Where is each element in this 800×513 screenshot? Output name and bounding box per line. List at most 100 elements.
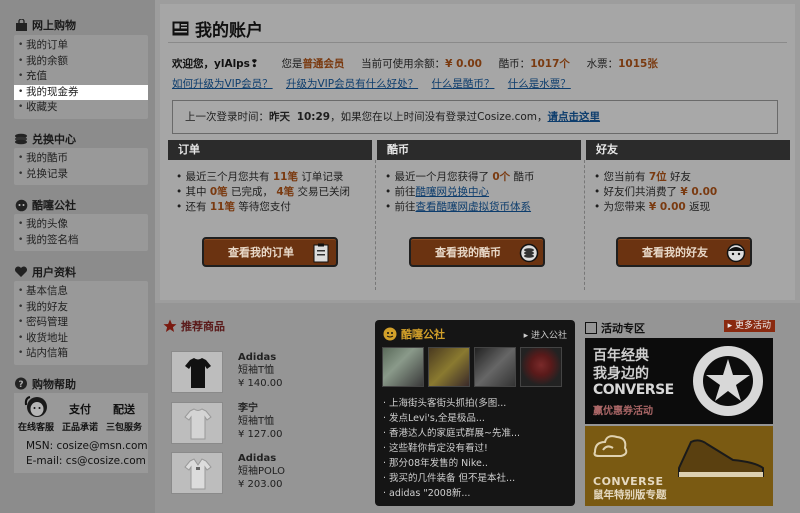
section-title: 用户资料	[32, 266, 76, 279]
sidebar-item-orders[interactable]: 我的订单	[14, 38, 148, 54]
sidebar-item-friends[interactable]: 我的好友	[14, 300, 148, 316]
link-what-is-coin[interactable]: 什么是酷币？	[431, 78, 494, 90]
club-post-link[interactable]: 香港达人的家庭式群展~先准...	[383, 426, 520, 441]
link-what-is-ticket[interactable]: 什么是水票？	[508, 78, 571, 90]
recommend-title: 推荐商品	[181, 320, 225, 333]
club-photo[interactable]	[520, 347, 562, 387]
club-post-link[interactable]: 发点Levi's,全是极品...	[383, 411, 520, 426]
product-image[interactable]	[171, 452, 223, 494]
product-card[interactable]: 李宁 短袖T恤 ¥ 127.00	[163, 402, 367, 450]
friends-column: 好友 • 您当前有 7位 好友 • 好友们共消费了 ¥ 0.00 • 为您带来 …	[586, 140, 790, 290]
club-photo[interactable]	[474, 347, 516, 387]
last-login-notice: 上一次登录时间：昨天 10:29，如果您在以上时间没有登录过Cosize.com…	[172, 100, 778, 134]
club-post-link[interactable]: 上海街头客街头抓拍(多图...	[383, 396, 520, 411]
product-brand[interactable]: 李宁	[238, 402, 283, 415]
orders-line-3: • 还有 11笔 等待您支付	[176, 201, 291, 213]
orders-line-2: • 其中 0笔 已完成， 4笔 交易已关闭	[176, 186, 351, 198]
sidebar-item-address[interactable]: 收货地址	[14, 331, 148, 347]
sidebar-item-basic-info[interactable]: 基本信息	[14, 284, 148, 300]
sidebar-item-my-coins[interactable]: 我的酷币	[14, 151, 148, 167]
sidebar-item-signature[interactable]: 我的签名档	[14, 233, 148, 249]
coin-value: 1017个	[530, 58, 570, 70]
converse-banner[interactable]: 百年经典 我身边的 CONVERSE 赢优惠券活动	[585, 338, 773, 424]
club-face-icon	[383, 327, 397, 341]
pay-title: 支付	[69, 403, 91, 416]
banner-subtitle: 鼠年特别版专题	[593, 489, 667, 501]
sidebar-item-inbox[interactable]: 站内信箱	[14, 346, 148, 362]
product-card[interactable]: Adidas 短袖T恤 ¥ 140.00	[163, 351, 367, 399]
converse-special-banner[interactable]: CONVERSE 鼠年特别版专题	[585, 426, 773, 506]
club-post-link[interactable]: 这些鞋你肯定没有看过!	[383, 441, 520, 456]
product-card[interactable]: Adidas 短袖POLO ¥ 203.00	[163, 452, 367, 500]
club-post-link[interactable]: 我买的几件装备 但不是本社...	[383, 471, 520, 486]
club-post-link[interactable]: adidas "2008新...	[383, 486, 520, 501]
product-brand[interactable]: Adidas	[238, 351, 283, 364]
section-title: 兑换中心	[32, 133, 76, 146]
product-price: ¥ 140.00	[238, 378, 283, 389]
club-title: 酷噻公社	[401, 328, 445, 341]
club-photo[interactable]	[382, 347, 424, 387]
sidebar-list-club: 我的头像 我的签名档	[14, 214, 148, 251]
sidebar-item-coupons[interactable]: 我的现金券	[14, 84, 148, 100]
section-title: 购物帮助	[32, 378, 76, 391]
sidebar-section-help: ? 购物帮助	[14, 376, 76, 392]
view-friends-button[interactable]: 查看我的好友	[616, 237, 752, 267]
product-image[interactable]	[171, 402, 223, 444]
sidebar-item-exchange-records[interactable]: 兑换记录	[14, 167, 148, 183]
sidebar-section-exchange: 兑换中心	[14, 131, 76, 147]
coins-line-2: • 前往酷噻网兑换中心	[385, 186, 490, 198]
sidebar-item-favorites[interactable]: 收藏夹	[14, 100, 148, 116]
promo-title: 活动专区	[601, 322, 645, 335]
title-divider	[168, 42, 787, 43]
username: ylAlps	[214, 58, 250, 70]
product-image[interactable]	[171, 351, 223, 393]
sneaker-icon	[678, 439, 764, 477]
friends-line-2: • 好友们共消费了 ¥ 0.00	[594, 186, 718, 198]
service-girl-icon	[20, 395, 54, 423]
club-photo[interactable]	[428, 347, 470, 387]
currency-system-link[interactable]: 查看酷噻网虚拟货币体系	[416, 201, 532, 213]
report-login-link[interactable]: 请点击这里	[548, 111, 601, 123]
online-service-link[interactable]: 在线客服	[18, 420, 54, 433]
friends-header: 好友	[586, 140, 790, 160]
link-vip-benefits[interactable]: 升级为VIP会员有什么好处？	[286, 78, 418, 90]
genuine-promise: 正品承诺	[62, 423, 99, 433]
recommend-section: 推荐商品	[163, 318, 367, 334]
sidebar-section-club: 酷噻公社	[14, 197, 76, 213]
product-name[interactable]: 短袖T恤	[238, 364, 283, 377]
sidebar-item-password[interactable]: 密码管理	[14, 315, 148, 331]
banner-line-3: CONVERSE	[593, 382, 674, 398]
link-how-upgrade-vip[interactable]: 如何升级为VIP会员？	[172, 78, 273, 90]
product-price: ¥ 127.00	[238, 429, 283, 440]
coins-line-1: • 最近一个月您获得了 0个 酷币	[385, 171, 535, 183]
clipboard-icon	[312, 243, 330, 263]
delivery-title: 配送	[113, 403, 135, 416]
view-orders-button[interactable]: 查看我的订单	[202, 237, 338, 267]
sidebar-item-balance[interactable]: 我的余额	[14, 54, 148, 70]
view-coins-button[interactable]: 查看我的酷币	[409, 237, 545, 267]
more-events-link[interactable]: ▸ 更多活动	[723, 320, 775, 332]
sidebar-item-recharge[interactable]: 充值	[14, 69, 148, 85]
last-login-day: 昨天	[269, 111, 290, 123]
friend-face-icon	[726, 243, 746, 263]
sidebar-item-avatar[interactable]: 我的头像	[14, 217, 148, 233]
product-name[interactable]: 短袖POLO	[238, 465, 285, 478]
club-board: 酷噻公社 ▸ 进入公社 上海街头客街头抓拍(多图... 发点Levi's,全是极…	[375, 320, 575, 506]
club-header: 酷噻公社	[383, 326, 445, 342]
club-post-link[interactable]: 那分08年发售的 Nike..	[383, 456, 520, 471]
sidebar: 网上购物 我的订单 我的余额 充值 我的现金券 收藏夹 兑换中心 我的酷币 兑换…	[0, 0, 155, 513]
warranty-service: 三包服务	[106, 423, 143, 433]
friends-line-1: • 您当前有 7位 好友	[594, 171, 692, 183]
coins-icon	[14, 132, 28, 146]
last-login-label: 上一次登录时间：	[185, 111, 269, 123]
product-brand[interactable]: Adidas	[238, 452, 285, 465]
checkbox-icon	[585, 322, 597, 334]
exchange-center-link[interactable]: 酷噻网兑换中心	[416, 186, 490, 198]
balance-label: 当前可使用余额：	[361, 58, 446, 70]
banner-line-4: 赢优惠券活动	[593, 406, 653, 417]
coins-column: 酷币 • 最近一个月您获得了 0个 酷币 • 前往酷噻网兑换中心 • 前往查看酷…	[377, 140, 581, 290]
product-name[interactable]: 短袖T恤	[238, 415, 283, 428]
member-prefix: 您是	[281, 58, 303, 70]
enter-club-link[interactable]: ▸ 进入公社	[524, 328, 567, 341]
club-thumbnails	[382, 347, 562, 387]
